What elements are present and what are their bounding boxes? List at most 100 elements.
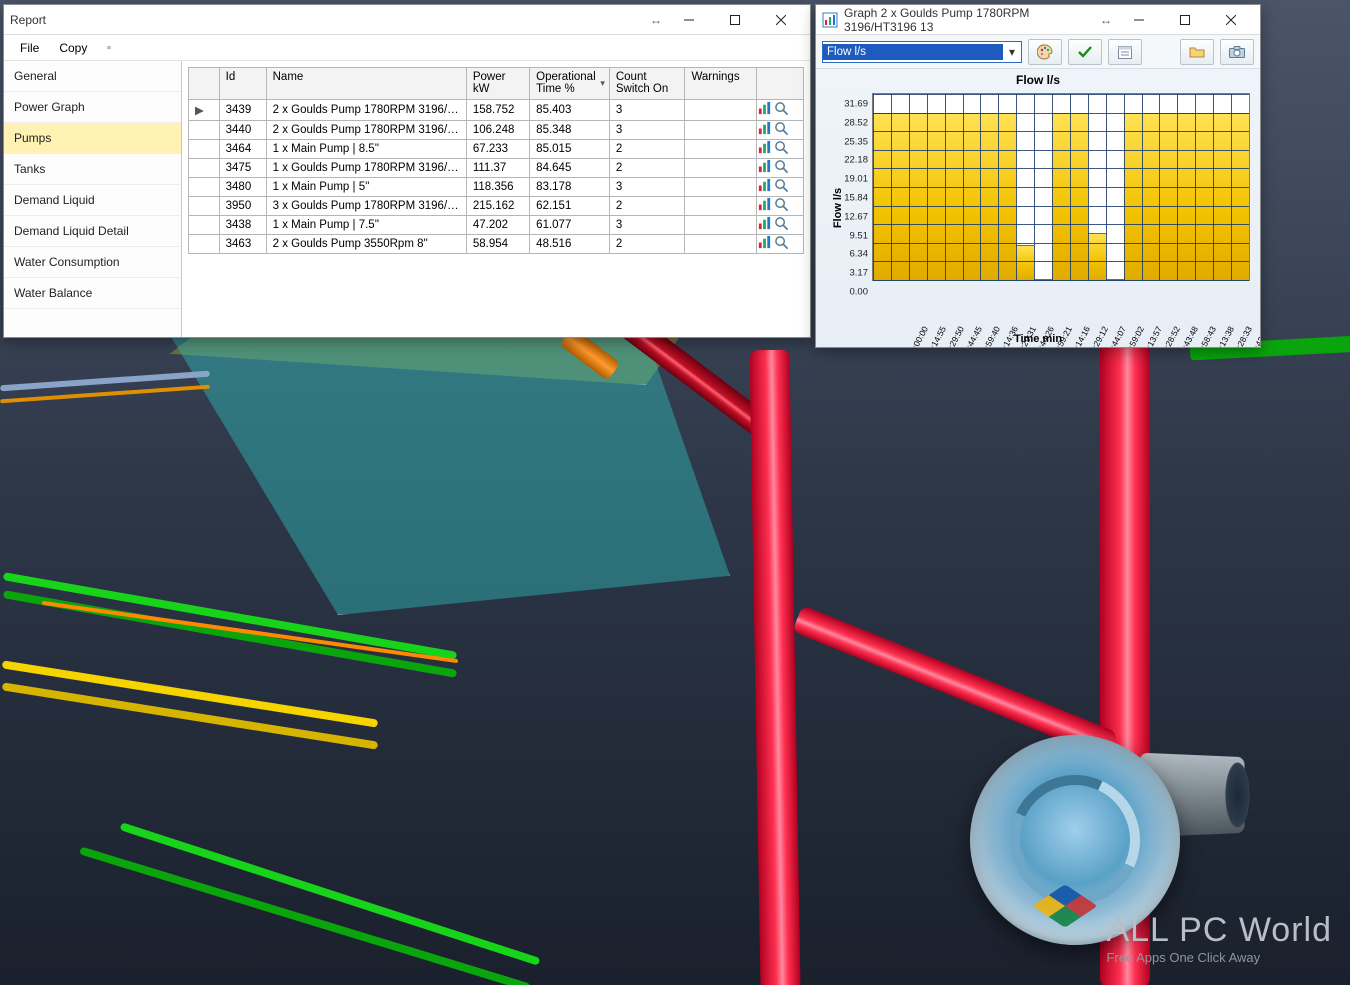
col-actions — [756, 68, 803, 100]
menu-copy[interactable]: Copy — [51, 39, 95, 57]
report-window: Report ↔ File Copy GeneralPower GraphPum… — [3, 4, 811, 338]
maximize-button[interactable] — [1162, 5, 1208, 35]
zoom-icon[interactable] — [774, 121, 789, 139]
cell-id: 3475 — [219, 159, 266, 178]
minimize-button[interactable] — [666, 5, 712, 35]
sidebar-item-power-graph[interactable]: Power Graph — [4, 92, 181, 123]
chart-plot[interactable] — [872, 93, 1250, 281]
cell-count: 3 — [609, 121, 685, 140]
sidebar-item-demand-liquid[interactable]: Demand Liquid — [4, 185, 181, 216]
zoom-icon[interactable] — [774, 101, 789, 119]
zoom-icon[interactable] — [774, 197, 789, 215]
chart-icon[interactable] — [757, 159, 772, 177]
cell-optime: 84.645 — [530, 159, 610, 178]
col-count[interactable]: Count Switch On — [609, 68, 685, 100]
sidebar-item-general[interactable]: General — [4, 61, 181, 92]
cell-actions — [756, 121, 803, 140]
cell-warnings — [685, 121, 757, 140]
col-indicator[interactable] — [189, 68, 220, 100]
sidebar-item-pumps[interactable]: Pumps — [4, 123, 181, 154]
series-select[interactable]: Flow l/s ▾ — [822, 41, 1022, 63]
minimize-button[interactable] — [1116, 5, 1162, 35]
close-button[interactable] — [758, 5, 804, 35]
graph-titlebar[interactable]: Graph 2 x Goulds Pump 1780RPM 3196/HT319… — [816, 5, 1260, 35]
cell-actions — [756, 159, 803, 178]
bar — [1213, 113, 1231, 280]
cell-warnings — [685, 235, 757, 254]
palette-button[interactable] — [1028, 39, 1062, 65]
y-tick: 3.17 — [850, 268, 869, 279]
zoom-icon[interactable] — [774, 178, 789, 196]
sidebar-item-demand-liquid-detail[interactable]: Demand Liquid Detail — [4, 216, 181, 247]
cell-name: 1 x Main Pump | 8.5'' — [266, 140, 466, 159]
bar — [1231, 113, 1249, 280]
calendar-button[interactable] — [1108, 39, 1142, 65]
chart-icon[interactable] — [757, 101, 772, 119]
y-tick: 9.51 — [850, 230, 869, 241]
bar — [1052, 113, 1070, 280]
open-folder-button[interactable] — [1180, 39, 1214, 65]
graph-window: Graph 2 x Goulds Pump 1780RPM 3196/HT319… — [815, 4, 1261, 348]
sidebar-item-water-consumption[interactable]: Water Consumption — [4, 247, 181, 278]
menu-file[interactable]: File — [12, 39, 47, 57]
table-row[interactable]: 34751 x Goulds Pump 1780RPM 3196/HT...11… — [189, 159, 804, 178]
cell-id: 3440 — [219, 121, 266, 140]
chart-icon[interactable] — [757, 178, 772, 196]
report-sidebar: GeneralPower GraphPumpsTanksDemand Liqui… — [4, 61, 182, 337]
snapshot-icon[interactable] — [99, 40, 119, 56]
sidebar-item-water-balance[interactable]: Water Balance — [4, 278, 181, 309]
apply-button[interactable] — [1068, 39, 1102, 65]
cell-optime: 61.077 — [530, 216, 610, 235]
cell-name: 1 x Main Pump | 5'' — [266, 178, 466, 197]
table-row[interactable]: 34641 x Main Pump | 8.5''67.23385.0152 — [189, 140, 804, 159]
table-row[interactable]: 34381 x Main Pump | 7.5''47.20261.0773 — [189, 216, 804, 235]
maximize-button[interactable] — [712, 5, 758, 35]
chart-icon[interactable] — [757, 235, 772, 253]
graph-title: Graph 2 x Goulds Pump 1780RPM 3196/HT319… — [844, 6, 1096, 34]
col-optime[interactable]: Operational Time %▾ — [530, 68, 610, 100]
report-titlebar[interactable]: Report ↔ — [4, 5, 810, 35]
cell-optime: 85.348 — [530, 121, 610, 140]
series-selected: Flow l/s — [823, 44, 1003, 60]
zoom-icon[interactable] — [774, 235, 789, 253]
table-row[interactable]: 39503 x Goulds Pump 1780RPM 3196/HT...21… — [189, 197, 804, 216]
zoom-icon[interactable] — [774, 140, 789, 158]
chart-icon[interactable] — [757, 216, 772, 234]
bar — [1124, 113, 1142, 280]
table-row[interactable]: 34402 x Goulds Pump 1780RPM 3196/HT...10… — [189, 121, 804, 140]
cell-id: 3950 — [219, 197, 266, 216]
col-name[interactable]: Name — [266, 68, 466, 100]
col-power[interactable]: Power kW — [466, 68, 529, 100]
zoom-icon[interactable] — [774, 216, 789, 234]
chart-icon[interactable] — [757, 121, 772, 139]
y-tick: 28.52 — [844, 117, 868, 128]
sidebar-item-tanks[interactable]: Tanks — [4, 154, 181, 185]
cell-power: 67.233 — [466, 140, 529, 159]
cell-count: 3 — [609, 100, 685, 121]
table-row[interactable]: 34632 x Goulds Pump 3550Rpm 8''58.95448.… — [189, 235, 804, 254]
report-grid-wrap: Id Name Power kW Operational Time %▾ Cou… — [182, 61, 810, 337]
table-row[interactable]: 34801 x Main Pump | 5''118.35683.1783 — [189, 178, 804, 197]
cell-count: 3 — [609, 216, 685, 235]
sort-desc-icon: ▾ — [600, 78, 605, 89]
cell-id: 3463 — [219, 235, 266, 254]
cell-id: 3439 — [219, 100, 266, 121]
col-warnings[interactable]: Warnings — [685, 68, 757, 100]
y-tick: 19.01 — [844, 174, 868, 185]
bar — [1070, 113, 1088, 280]
close-button[interactable] — [1208, 5, 1254, 35]
cell-name: 1 x Main Pump | 7.5'' — [266, 216, 466, 235]
pumps-table[interactable]: Id Name Power kW Operational Time %▾ Cou… — [188, 67, 804, 254]
cell-power: 215.162 — [466, 197, 529, 216]
snapshot-button[interactable] — [1220, 39, 1254, 65]
zoom-icon[interactable] — [774, 159, 789, 177]
col-id[interactable]: Id — [219, 68, 266, 100]
cell-name: 1 x Goulds Pump 1780RPM 3196/HT... — [266, 159, 466, 178]
table-row[interactable]: ▶34392 x Goulds Pump 1780RPM 3196/HT...1… — [189, 100, 804, 121]
bar — [945, 113, 963, 280]
chart-icon[interactable] — [757, 197, 772, 215]
cell-actions — [756, 197, 803, 216]
chart-icon[interactable] — [757, 140, 772, 158]
row-indicator — [189, 178, 220, 197]
report-title: Report — [10, 13, 646, 27]
